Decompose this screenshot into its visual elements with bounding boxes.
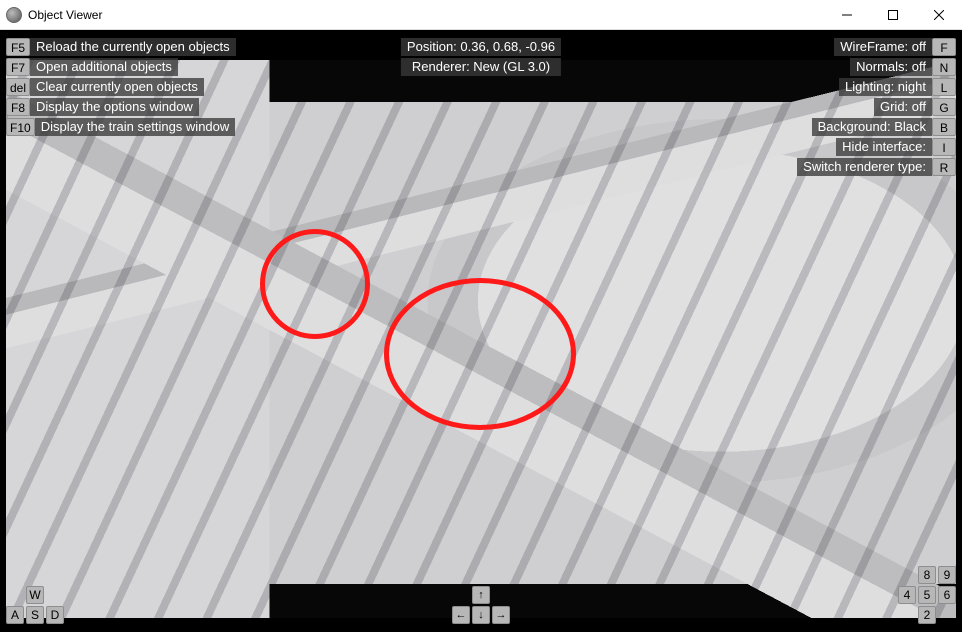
key-down[interactable]: ↓ bbox=[472, 606, 490, 624]
keycap[interactable]: F5 bbox=[6, 38, 30, 56]
hint-row: Switch renderer type:R bbox=[797, 158, 956, 176]
keycap[interactable]: L bbox=[932, 78, 956, 96]
hint-row: F10Display the train settings window bbox=[6, 118, 236, 136]
hint-row: WireFrame: offF bbox=[797, 38, 956, 56]
close-button[interactable] bbox=[916, 0, 962, 30]
key-d[interactable]: D bbox=[46, 606, 64, 624]
hint-text: Grid: off bbox=[874, 98, 932, 116]
hint-row: Lighting: nightL bbox=[797, 78, 956, 96]
hint-text: Display the train settings window bbox=[35, 118, 236, 136]
wasd-keys: W A S D bbox=[6, 586, 64, 624]
hint-text: Open additional objects bbox=[30, 58, 178, 76]
keycap[interactable]: F8 bbox=[6, 98, 30, 116]
hint-row: Background: BlackB bbox=[797, 118, 956, 136]
arrow-keys: ↑ ← ↓ → bbox=[452, 586, 510, 624]
hint-text: Lighting: night bbox=[839, 78, 932, 96]
window-controls bbox=[824, 0, 962, 30]
close-icon bbox=[934, 10, 944, 20]
window-title: Object Viewer bbox=[28, 8, 102, 22]
annotation-circle bbox=[260, 229, 370, 339]
hint-text: Switch renderer type: bbox=[797, 158, 932, 176]
hint-text: Hide interface: bbox=[836, 138, 932, 156]
hint-text: Background: Black bbox=[812, 118, 932, 136]
hints-left: F5Reload the currently open objectsF7Ope… bbox=[6, 38, 236, 136]
viewport-3d[interactable]: F5Reload the currently open objectsF7Ope… bbox=[0, 30, 962, 632]
key-8[interactable]: 8 bbox=[918, 566, 936, 584]
hint-row: Hide interface:I bbox=[797, 138, 956, 156]
keycap[interactable]: N bbox=[932, 58, 956, 76]
mask bbox=[956, 30, 962, 632]
hint-row: Grid: offG bbox=[797, 98, 956, 116]
keycap[interactable]: B bbox=[932, 118, 956, 136]
hint-text: Display the options window bbox=[30, 98, 199, 116]
app-icon bbox=[6, 7, 22, 23]
keycap[interactable]: R bbox=[932, 158, 956, 176]
titlebar: Object Viewer bbox=[0, 0, 962, 30]
key-2[interactable]: 2 bbox=[918, 606, 936, 624]
status-position: Position: 0.36, 0.68, -0.96 bbox=[401, 38, 561, 56]
status-renderer: Renderer: New (GL 3.0) bbox=[401, 58, 561, 76]
keycap[interactable]: I bbox=[932, 138, 956, 156]
annotation-circle bbox=[384, 278, 576, 430]
keycap[interactable]: F bbox=[932, 38, 956, 56]
minimize-button[interactable] bbox=[824, 0, 870, 30]
status-overlay: Position: 0.36, 0.68, -0.96 Renderer: Ne… bbox=[401, 38, 561, 78]
key-left[interactable]: ← bbox=[452, 606, 470, 624]
keycap[interactable]: F10 bbox=[6, 118, 35, 136]
maximize-button[interactable] bbox=[870, 0, 916, 30]
key-5[interactable]: 5 bbox=[918, 586, 936, 604]
key-right[interactable]: → bbox=[492, 606, 510, 624]
key-a[interactable]: A bbox=[6, 606, 24, 624]
hint-text: Normals: off bbox=[850, 58, 932, 76]
hint-text: Clear currently open objects bbox=[30, 78, 204, 96]
hint-row: F5Reload the currently open objects bbox=[6, 38, 236, 56]
hint-row: Normals: offN bbox=[797, 58, 956, 76]
key-4[interactable]: 4 bbox=[898, 586, 916, 604]
hint-row: delClear currently open objects bbox=[6, 78, 236, 96]
key-6[interactable]: 6 bbox=[938, 586, 956, 604]
hint-text: WireFrame: off bbox=[834, 38, 932, 56]
keycap[interactable]: G bbox=[932, 98, 956, 116]
numpad-keys: 8 9 4 5 6 2 bbox=[898, 566, 956, 624]
key-up[interactable]: ↑ bbox=[472, 586, 490, 604]
key-9[interactable]: 9 bbox=[938, 566, 956, 584]
titlebar-left: Object Viewer bbox=[6, 7, 102, 23]
keycap[interactable]: del bbox=[6, 78, 30, 96]
minimize-icon bbox=[842, 10, 852, 20]
hint-row: F7Open additional objects bbox=[6, 58, 236, 76]
hint-row: F8Display the options window bbox=[6, 98, 236, 116]
maximize-icon bbox=[888, 10, 898, 20]
hints-right: WireFrame: offFNormals: offNLighting: ni… bbox=[797, 38, 956, 176]
hint-text: Reload the currently open objects bbox=[30, 38, 236, 56]
keycap[interactable]: F7 bbox=[6, 58, 30, 76]
key-s[interactable]: S bbox=[26, 606, 44, 624]
key-w[interactable]: W bbox=[26, 586, 44, 604]
